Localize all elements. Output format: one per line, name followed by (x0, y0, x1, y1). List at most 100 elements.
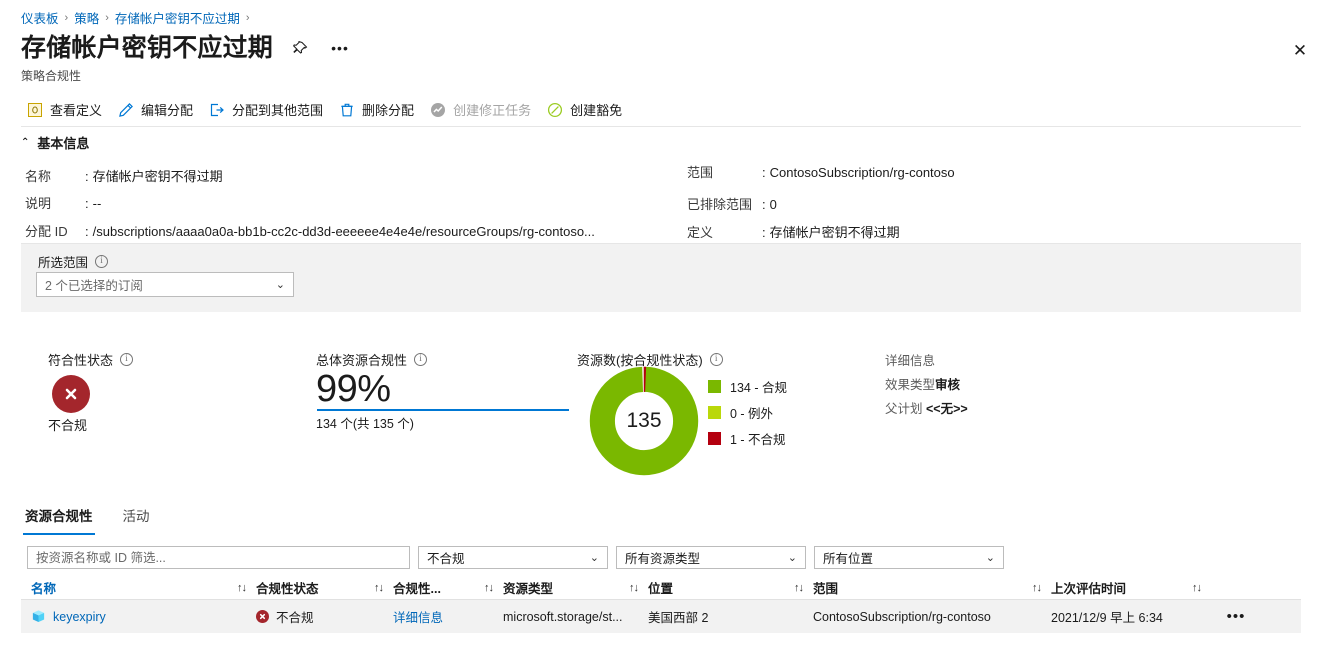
legend-item-noncompliant: 1 - 不合规 (708, 427, 787, 449)
basics-section-title: 基本信息 (37, 136, 90, 151)
overall-compliance-percent: 99% (316, 368, 391, 410)
info-icon[interactable]: i (95, 255, 109, 268)
scope-select[interactable]: 2 个已选择的订阅 ⌄ (36, 272, 294, 297)
sort-icon[interactable]: ↑↓ (237, 582, 247, 594)
basics-section-header[interactable]: ⌃ 基本信息 (21, 133, 89, 152)
breadcrumb-item-0[interactable]: 仪表板 (21, 8, 59, 27)
cell-name-text: keyexpiry (53, 609, 106, 624)
basics-excluded-scope-key: 已排除范围 (687, 197, 753, 212)
command-label: 分配到其他范围 (232, 103, 324, 118)
column-label: 名称 (31, 582, 57, 596)
table-header-row: 名称 ↑↓ 合规性状态 ↑↓ 合规性... ↑↓ 资源类型 ↑↓ 位置 ↑↓ 范… (21, 576, 1301, 600)
legend-label-compliant: 134 - 合规 (730, 380, 787, 395)
cell-last-evaluated: 2021/12/9 早上 6:34 (1051, 611, 1163, 625)
close-icon[interactable]: ✕ (1284, 34, 1316, 66)
basics-excluded-scope-row: 已排除范围 : 0 (687, 194, 777, 213)
filter-row: 不合规 ⌄ 所有资源类型 ⌄ 所有位置 ⌄ (27, 546, 1004, 569)
location-filter-value: 所有位置 (823, 552, 874, 566)
exemption-icon (547, 102, 563, 118)
column-header-resource-type[interactable]: 资源类型 ↑↓ (503, 578, 648, 597)
title-row: 存储帐户密钥不应过期 ••• (21, 32, 353, 64)
pin-icon[interactable] (287, 35, 313, 61)
tab-activity[interactable]: 活动 (121, 505, 152, 535)
column-header-compliance-details[interactable]: 合规性... ↑↓ (393, 578, 503, 597)
basics-assignment-id-row: 分配 ID : /subscriptions/aaaa0a0a-bb1b-cc2… (25, 221, 595, 240)
compliance-state-filter[interactable]: 不合规 ⌄ (418, 546, 608, 569)
command-assign-other-scope[interactable]: 分配到其他范围 (203, 96, 333, 123)
basics-name-value: 存储帐户密钥不得过期 (92, 169, 223, 184)
basics-name-key: 名称 (25, 169, 52, 184)
definition-icon (27, 102, 43, 118)
breadcrumb-item-2[interactable]: 存储帐户密钥不应过期 (115, 8, 240, 27)
basics-assignment-id-key: 分配 ID (25, 224, 68, 239)
cell-name[interactable]: keyexpiry (21, 609, 256, 624)
basics-assignment-id-value: /subscriptions/aaaa0a0a-bb1b-cc2c-dd3d-e… (92, 224, 595, 239)
sort-icon[interactable]: ↑↓ (484, 582, 494, 594)
chevron-down-icon: ⌄ (787, 552, 797, 564)
column-header-compliance-state[interactable]: 合规性状态 ↑↓ (256, 578, 393, 597)
compliance-state-label: 符合性状态 (48, 353, 114, 368)
sort-icon[interactable]: ↑↓ (1192, 582, 1202, 594)
basics-description-sep: : (85, 196, 89, 211)
legend-label-exempt: 0 - 例外 (730, 406, 774, 421)
command-create-remediation-task: 创建修正任务 (424, 96, 541, 123)
basics-scope-value: ContosoSubscription/rg-contoso (769, 165, 955, 180)
command-delete-assignment[interactable]: 删除分配 (333, 96, 424, 123)
page-title: 存储帐户密钥不应过期 (21, 34, 274, 62)
tab-strip: 资源合规性 活动 (23, 505, 152, 535)
compliance-state-filter-value: 不合规 (427, 552, 465, 566)
basics-scope-sep: : (762, 165, 766, 180)
resource-type-filter-value: 所有资源类型 (625, 552, 701, 566)
row-actions-button[interactable]: ••• (1211, 612, 1271, 622)
breadcrumb-item-1[interactable]: 策略 (74, 8, 99, 27)
column-header-last-evaluated[interactable]: 上次评估时间 ↑↓ (1051, 578, 1211, 597)
basics-description-key: 说明 (25, 196, 52, 211)
more-options-icon[interactable]: ••• (327, 35, 353, 61)
details-effect-row: 效果类型审核 (885, 374, 968, 393)
info-icon[interactable]: i (414, 353, 428, 366)
sort-icon[interactable]: ↑↓ (629, 582, 639, 594)
column-label: 范围 (813, 582, 839, 596)
column-header-location[interactable]: 位置 ↑↓ (648, 578, 813, 597)
column-header-scope[interactable]: 范围 ↑↓ (813, 578, 1051, 597)
command-bar-divider (21, 126, 1301, 127)
sort-icon[interactable]: ↑↓ (374, 582, 384, 594)
cell-compliance-details[interactable]: 详细信息 (393, 607, 503, 626)
scope-select-value: 2 个已选择的订阅 (45, 279, 143, 293)
policy-compliance-blade: 仪表板 › 策略 › 存储帐户密钥不应过期 › 存储帐户密钥不应过期 ••• 策… (0, 0, 1322, 671)
chevron-down-icon: ⌄ (985, 552, 995, 564)
sort-icon[interactable]: ↑↓ (1032, 582, 1042, 594)
compliance-state-value: 不合规 (48, 418, 88, 433)
basics-definition-key: 定义 (687, 225, 714, 240)
compliance-state-label-row: 符合性状态 i (48, 350, 134, 369)
cell-resource-type: microsoft.storage/st... (503, 609, 623, 624)
table-row[interactable]: keyexpiry 不合规 详细信息 microsoft.storage/st.… (21, 600, 1301, 633)
cell-compliance-state: 不合规 (256, 607, 393, 626)
ellipsis-glyph: ••• (331, 40, 349, 56)
assign-scope-icon (209, 102, 225, 118)
sort-icon[interactable]: ↑↓ (794, 582, 804, 594)
location-filter[interactable]: 所有位置 ⌄ (814, 546, 1004, 569)
resource-type-filter[interactable]: 所有资源类型 ⌄ (616, 546, 806, 569)
search-input[interactable] (27, 546, 410, 569)
info-icon[interactable]: i (709, 353, 723, 366)
storage-account-icon (31, 609, 46, 624)
breadcrumb: 仪表板 › 策略 › 存储帐户密钥不应过期 › (21, 8, 250, 27)
overall-compliance-bar (317, 409, 569, 411)
pencil-icon (118, 102, 134, 118)
command-view-definition[interactable]: 查看定义 (21, 96, 112, 123)
breadcrumb-separator: › (245, 11, 250, 24)
chevron-down-icon: ⌄ (275, 279, 285, 291)
info-icon[interactable]: i (120, 353, 134, 366)
column-header-name[interactable]: 名称 ↑↓ (21, 578, 256, 597)
command-edit-assignment[interactable]: 编辑分配 (112, 96, 203, 123)
basics-definition-value: 存储帐户密钥不得过期 (769, 225, 900, 240)
breadcrumb-separator: › (64, 11, 69, 24)
command-bar: 查看定义 编辑分配 分配到其他范围 删除分配 创建修正任务 创建豁免 (21, 96, 632, 123)
tab-resource-compliance[interactable]: 资源合规性 (23, 505, 95, 535)
basics-name-row: 名称 : 存储帐户密钥不得过期 (25, 166, 223, 185)
overall-compliance-label-row: 总体资源合规性 i (316, 350, 428, 369)
command-create-exemption[interactable]: 创建豁免 (541, 96, 632, 123)
details-initiative-label: 父计划 (885, 402, 923, 416)
trash-icon (339, 102, 355, 118)
